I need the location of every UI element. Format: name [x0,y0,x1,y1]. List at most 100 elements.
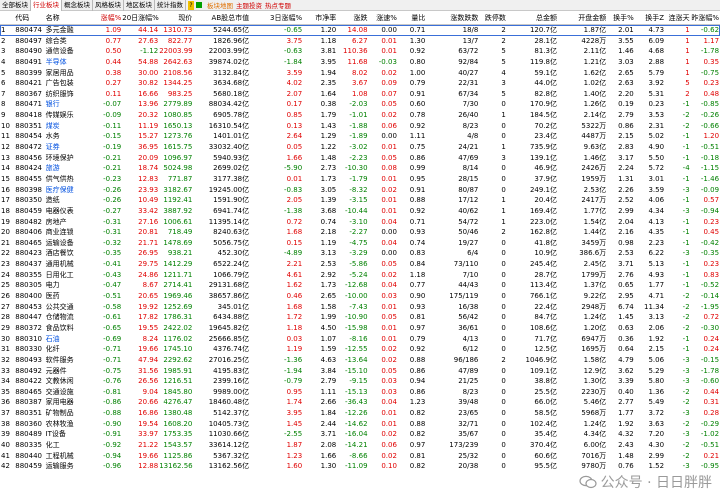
table-row[interactable]: 28 880447 仓储物流 -0.61 17.82 1786.31 6434.88亿 1.7… [0,312,720,323]
tab-0[interactable]: 全部板块 [0,0,31,11]
table-row[interactable]: 23 880437 通用机械 -0.41 29.75 1412.29 6522.24亿 2.2… [0,259,720,270]
cell-col-4: 54.88 [138,57,159,66]
cell-col-0: 20 [1,228,10,237]
cell-col-16: 2.16 [618,228,634,237]
column-header-12[interactable]: 涨数跌数 [426,11,479,25]
table-row[interactable]: 36 880387 家用电器 -0.86 20.66 4276.47 18460.48亿 1.… [0,397,720,408]
cell-col-5: 1753.35 [163,430,193,439]
column-header-7[interactable]: 3日涨幅% [250,11,303,25]
table-row[interactable]: 41 880440 工程机械 -0.94 19.66 1125.86 5367.32亿 1.2… [0,451,720,462]
column-header-3[interactable]: 涨幅% [86,11,122,25]
column-header-4[interactable]: 20日涨幅% [122,11,159,25]
table-row[interactable]: 9 880418 传媒娱乐 -0.09 20.32 1080.85 6905.78亿 0.85… [0,110,720,121]
tab-1[interactable]: 行业板块 [31,0,62,11]
board-map-icon [196,2,202,8]
cell-col-3: -0.71 [103,345,122,354]
table-row[interactable]: 14 880424 旅游 -0.21 18.74 5024.98 2699.02亿 -5.90… [0,163,720,174]
tab-4[interactable]: 地区板块 [124,0,155,11]
cell-col-18: -1 [682,260,690,269]
table-row[interactable]: 27 880453 公共交通 -0.58 19.92 1252.69 345.01亿 1.68… [0,302,720,313]
table-row[interactable]: 16 880398 医疗保健 -0.26 23.93 3182.67 19245.00亿 -0… [0,185,720,196]
table-row[interactable]: 7 880367 纺织服饰 0.11 16.66 983.25 5680.18亿 2.07 1.… [0,89,720,100]
table-row[interactable]: 35 880465 交通设施 -0.81 9.04 1845.80 9989.00亿 0.95… [0,387,720,398]
cell-col-18: -1 [682,143,690,152]
column-header-17[interactable]: 换手Z [635,11,665,25]
cell-col-5: 2642.63 [163,57,193,66]
cell-col-8: 1.18 [320,36,337,45]
table-row[interactable]: 17 880350 造纸 -0.26 10.49 1192.41 1591.90亿 2.05 1… [0,195,720,206]
cell-col-13: 1 [501,217,506,226]
cell-col-18: -1 [682,270,690,279]
cell-col-2: 家居用品 [45,68,74,77]
table-row[interactable]: 10 880351 煤炭 -0.11 11.19 1650.13 16310.54亿 0.13… [0,121,720,132]
table-row[interactable]: 21 880465 运输设备 -0.32 21.71 1478.69 5056.75亿 0.1… [0,238,720,249]
cell-col-6: 1066.79亿 [213,270,250,279]
toolbar-link-2[interactable]: 热点专题 [265,0,291,10]
cell-col-10: 0.04 [381,398,397,407]
cell-col-6: 6941.74亿 [213,206,250,215]
cell-col-19: -0.15 [700,355,720,364]
table-row[interactable]: 34 880422 文教休闲 -0.76 26.56 1216.51 2399.16亿 -0.… [0,376,720,387]
table-row[interactable]: 20 880406 商业连锁 -0.31 20.81 718.49 8240.63亿 1.68… [0,227,720,238]
column-header-15[interactable]: 开盘金额 [558,11,607,25]
table-row[interactable]: 6 880421 广告包装 0.27 30.82 1344.25 3634.68亿 4.02 2… [0,78,720,89]
table-row[interactable]: 3 880490 通信设备 0.50 -1.12 22003.99 22003.99亿 -0.… [0,46,720,57]
column-header-14[interactable]: 总金额 [507,11,558,25]
table-row[interactable]: 22 880423 酒店餐饮 -0.35 26.95 938.21 452.30亿 -4.89… [0,248,720,259]
tab-3[interactable]: 风格板块 [93,0,124,11]
column-header-18[interactable]: 连涨天 [665,11,691,25]
cell-col-8: 2.44 [320,419,337,428]
cell-col-4: 16.86 [138,409,159,418]
table-row[interactable]: 30 880310 石油 -0.69 8.24 1176.02 25666.85亿 0.03 1… [0,334,720,345]
table-row[interactable]: 39 880489 IT设备 -0.91 33.97 1753.35 11030.66亿 -2… [0,429,720,440]
table-row[interactable]: 33 880492 元器件 -0.75 31.56 1985.91 4195.83亿 -1.9… [0,366,720,377]
cell-col-18: -2 [682,111,690,120]
table-row[interactable]: 5 880399 家居用品 0.38 30.00 2108.56 3132.84亿 3.59 1… [0,68,720,79]
tab-5[interactable]: 统计指数 [155,0,186,11]
cell-col-16: 2.99 [618,206,634,215]
cell-col-6: 345.01亿 [217,302,250,311]
column-header-16[interactable]: 换手% [607,11,634,25]
column-header-13[interactable]: 跌停数 [479,11,506,25]
column-header-19[interactable]: 昨涨幅% [691,11,720,25]
cell-col-5: 1080.85 [163,111,193,120]
column-header-2[interactable]: 名称 [45,11,87,25]
table-row[interactable]: 4 880491 半导体 0.44 54.88 2642.63 39874.02亿 -1.84… [0,57,720,68]
column-header-10[interactable]: 涨速% [369,11,398,25]
cell-col-5: 3887.92 [163,206,193,215]
table-row[interactable]: 19 880482 房地产 -0.31 27.16 1006.61 11395.14亿 0.7… [0,217,720,228]
column-header-9[interactable]: 涨跌 [337,11,368,25]
table-row[interactable]: 42880459运输服务-0.9612.8813162.56亿13162.56亿… [0,461,720,472]
table-row[interactable]: 18 880459 电器仪表 -0.27 33.42 3887.92 6941.74亿 -1.… [0,206,720,217]
toolbar-link-0[interactable]: 板块地图 [207,0,233,10]
cell-col-18: -1 [682,100,690,109]
table-row[interactable]: 25 880305 电力 -0.47 8.67 2714.41 29131.68亿 1.62 1… [0,280,720,291]
table-row[interactable]: 13 880456 环境保护 -0.21 20.09 1096.97 5940.93亿 1.6… [0,153,720,164]
column-header-5[interactable]: 现价 [159,11,193,25]
table-row[interactable]: 31 880330 化纤 -0.71 19.66 1745.10 4376.74亿 1.19 1… [0,344,720,355]
table-row[interactable]: 37 880351 矿物制品 -0.88 16.86 1380.48 5142.37亿 3.9… [0,408,720,419]
column-header-1[interactable]: 代码 [14,11,44,25]
table-row[interactable]: 11 880454 水务 -0.15 15.27 1273.76 1401.01亿 2.64 1… [0,131,720,142]
table-row[interactable]: 8 880471 银行 -0.07 13.96 2779.89 88034.42亿 0.17 0… [0,99,720,110]
table-row[interactable]: 32 880493 软件服务 -0.71 47.94 2292.62 27016.25亿 -1… [0,355,720,366]
table-row[interactable]: 12 880472 证券 -0.19 36.95 1615.75 33032.40亿 0.05… [0,142,720,153]
table-row[interactable]: 24 880355 日用化工 -0.43 24.86 1211.71 1066.79亿 4.6… [0,270,720,281]
table-row[interactable]: 1 880474 多元金融 1.09 44.14 1310.73 5244.65亿 -0.65… [0,25,720,36]
cell-col-13: 1 [501,111,506,120]
cell-col-19: 0.31 [703,398,720,407]
table-row[interactable]: 2 880497 综合类 0.77 27.63 822.77 1826.96亿 3.75 1.1… [0,36,720,47]
cell-col-3: -0.11 [103,121,122,130]
column-header-8[interactable]: 市净率 [303,11,337,25]
cell-col-1: 880456 [15,153,42,162]
table-row[interactable]: 15 880455 供气供热 -0.23 12.83 771.87 3177.38亿 0.01… [0,174,720,185]
table-row[interactable]: 26 880400 医药 -0.51 20.65 1969.46 38657.86亿 0.46… [0,291,720,302]
tab-2[interactable]: 概念板块 [62,0,93,11]
table-row[interactable]: 40 880335 化工 -0.92 21.22 1543.57 33614.12亿 1.87… [0,440,720,451]
column-header-6[interactable]: AB股总市值 [193,11,250,25]
table-row[interactable]: 29 880372 食品饮料 -0.65 19.55 2422.02 19645.82亿 1.… [0,323,720,334]
toolbar-link-1[interactable]: 主题投资 [236,0,262,10]
column-header-11[interactable]: 量比 [398,11,426,25]
count-badge[interactable]: ? [188,0,194,10]
table-row[interactable]: 38 880360 农林牧渔 -0.90 19.54 1608.20 10405.73亿 1.… [0,419,720,430]
